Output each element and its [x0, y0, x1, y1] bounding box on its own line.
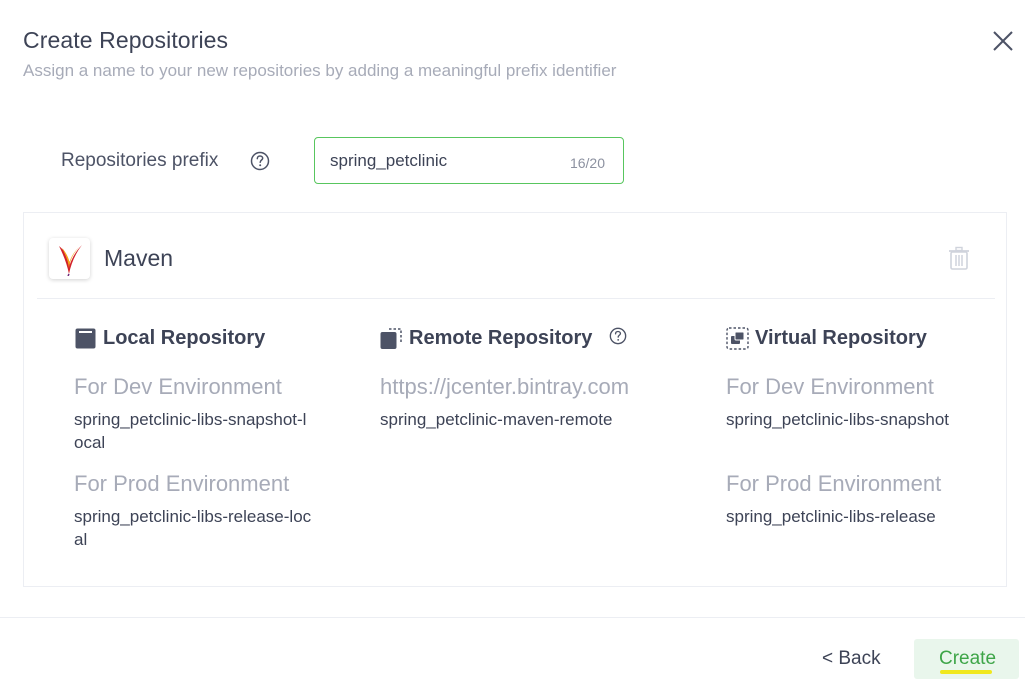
close-icon: [993, 31, 1013, 51]
remote-url: https://jcenter.bintray.com: [380, 374, 630, 399]
footer-divider: [0, 617, 1025, 618]
create-label: Create: [939, 648, 997, 669]
focus-underline: [940, 670, 992, 674]
local-repo-icon: [75, 328, 96, 349]
help-icon[interactable]: [250, 151, 270, 171]
local-prod-name: spring_petclinic-libs-release-local: [74, 507, 312, 549]
create-button[interactable]: Create: [914, 639, 1019, 679]
remote-name: spring_petclinic-maven-remote: [380, 410, 613, 429]
prefix-field[interactable]: 16/20: [314, 137, 624, 184]
package-name: Maven: [104, 245, 174, 271]
dialog-title: Create Repositories: [23, 27, 229, 53]
remote-repo-title: Remote Repository: [409, 327, 593, 349]
close-button[interactable]: [990, 28, 1016, 54]
local-repo-title: Local Repository: [103, 327, 266, 349]
virtual-dev-name: spring_petclinic-libs-snapshot: [726, 410, 950, 429]
virtual-repo-title: Virtual Repository: [755, 327, 927, 349]
virtual-prod-name: spring_petclinic-libs-release: [726, 507, 936, 526]
virtual-dev-label: For Dev Environment: [726, 374, 934, 399]
dialog-subtitle: Assign a name to your new repositories b…: [23, 61, 617, 80]
prefix-label: Repositories prefix: [61, 150, 219, 171]
maven-logo: [49, 238, 90, 279]
virtual-prod-label: For Prod Environment: [726, 471, 942, 496]
local-prod-label: For Prod Environment: [74, 471, 290, 496]
virtual-repo-icon: [726, 327, 749, 350]
char-counter: 16/20: [569, 155, 605, 171]
card-divider: [37, 298, 995, 299]
delete-button[interactable]: [948, 246, 970, 270]
trash-icon: [949, 246, 969, 270]
local-dev-label: For Dev Environment: [74, 374, 282, 399]
back-button[interactable]: < Back: [822, 648, 881, 670]
apache-feather-icon: [59, 245, 82, 276]
remote-repo-icon: [380, 328, 403, 350]
local-dev-name: spring_petclinic-libs-snapshot-local: [74, 410, 307, 452]
remote-help-icon[interactable]: [609, 327, 627, 345]
prefix-input[interactable]: [330, 148, 550, 174]
